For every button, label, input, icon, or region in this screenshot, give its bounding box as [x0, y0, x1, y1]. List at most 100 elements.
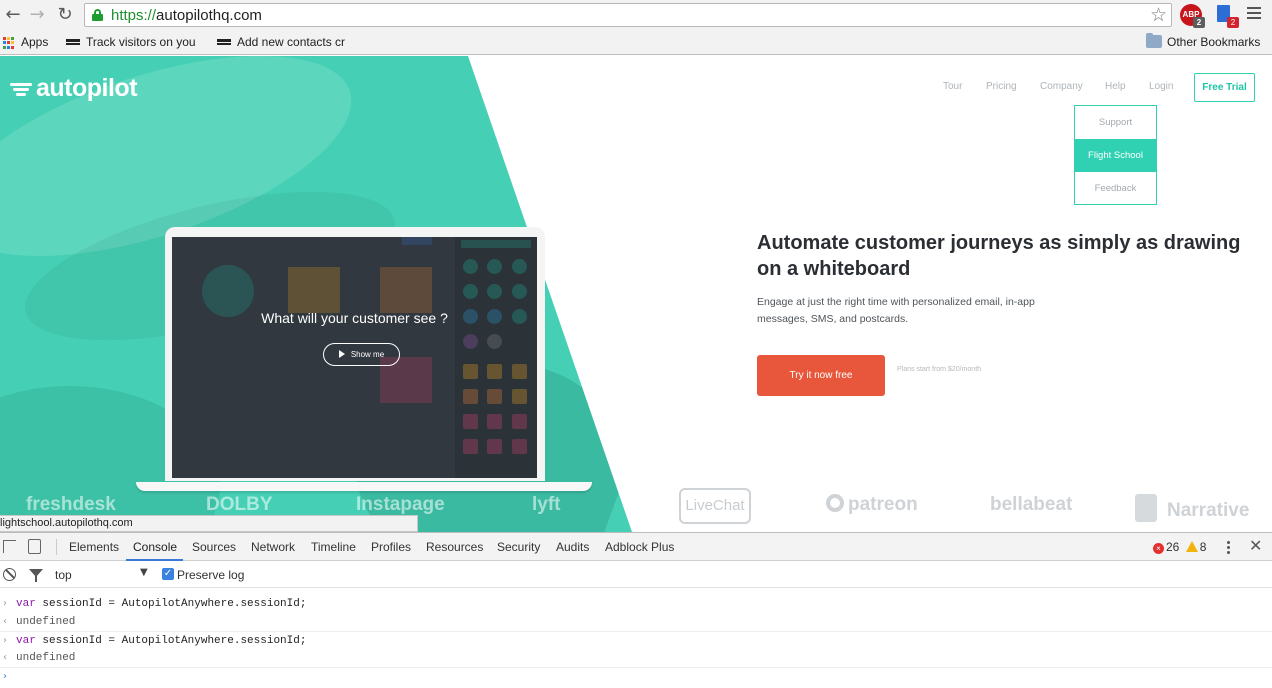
tab-audits[interactable]: Audits	[556, 540, 589, 554]
company-dropdown: Support Flight School Feedback	[1074, 105, 1157, 205]
video-question: What will your customer see ?	[261, 310, 448, 326]
forward-icon[interactable]: →	[26, 4, 48, 26]
brand-freshdesk: freshdesk	[26, 494, 116, 515]
console-result: undefined	[16, 616, 76, 628]
bookmark-track-visitors[interactable]: Track visitors on you	[66, 35, 201, 49]
tab-elements[interactable]: Elements	[69, 540, 119, 554]
try-free-button[interactable]: Try it now free	[757, 355, 885, 396]
narrative-logo-icon	[1135, 494, 1157, 522]
warning-count: 8	[1199, 540, 1207, 554]
url-protocol: https://	[111, 7, 157, 24]
hero-headline: Automate customer journeys as simply as …	[757, 232, 1241, 280]
nav-company[interactable]: Company	[1040, 81, 1083, 92]
dropdown-feedback[interactable]: Feedback	[1075, 172, 1156, 205]
brand-instapage: Instapage	[356, 494, 445, 515]
bookmarks-bar: Apps Track visitors on you Add new conta…	[0, 30, 1272, 55]
brand-lyft: lyft	[532, 494, 561, 515]
laptop-mockup: What will your customer see ? Show me	[165, 227, 545, 481]
tab-network[interactable]: Network	[251, 540, 295, 554]
tab-security[interactable]: Security	[497, 540, 540, 554]
bookmark-icon	[66, 39, 80, 45]
tab-profiles[interactable]: Profiles	[371, 540, 411, 554]
output-chevron-icon: ‹	[3, 616, 7, 627]
reload-icon[interactable]: ↻	[54, 4, 76, 26]
console-prompt[interactable]: ›	[0, 667, 1272, 685]
output-chevron-icon: ‹	[3, 652, 7, 663]
nav-login[interactable]: Login	[1149, 81, 1173, 92]
dropdown-arrow-icon[interactable]: ▼	[140, 567, 148, 578]
free-trial-button[interactable]: Free Trial	[1194, 73, 1255, 102]
bookmark-icon	[217, 39, 231, 45]
lock-icon	[92, 9, 103, 21]
device-mode-icon[interactable]	[28, 539, 41, 554]
console-keyword: var	[16, 635, 36, 647]
clear-console-icon[interactable]	[3, 568, 16, 581]
prompt-chevron-icon: ›	[3, 671, 7, 682]
console-keyword: var	[16, 598, 36, 610]
video-player[interactable]: What will your customer see ? Show me	[172, 237, 537, 478]
patreon-logo-icon	[826, 494, 844, 512]
show-me-button[interactable]: Show me	[323, 343, 400, 366]
brand-dolby: DOLBY	[206, 494, 273, 515]
tab-adblock-plus[interactable]: Adblock Plus	[605, 540, 674, 554]
brand-narrative: Narrative	[1135, 494, 1249, 522]
preserve-log-checkbox[interactable]: ✓	[162, 568, 174, 580]
tab-resources[interactable]: Resources	[426, 540, 483, 554]
adblock-extension-icon[interactable]: ABP 2	[1180, 4, 1205, 28]
address-bar[interactable]: https://autopilothq.com ☆	[84, 3, 1172, 27]
abp-badge: 2	[1193, 17, 1205, 28]
bookmark-add-contacts[interactable]: Add new contacts cr	[217, 35, 352, 49]
context-selector[interactable]: top	[55, 568, 72, 582]
autopilot-logo-icon[interactable]	[10, 83, 32, 96]
brand-livechat: LiveChat	[679, 488, 751, 524]
bookmark-label: Add new contacts cr	[237, 35, 346, 49]
bookmark-star-icon[interactable]: ☆	[1150, 4, 1167, 26]
brand-bellabeat: bellabeat	[990, 494, 1073, 515]
devtools-panel: Elements Console Sources Network Timelin…	[0, 532, 1272, 688]
input-chevron-icon: ›	[3, 635, 7, 646]
error-count: 26	[1166, 540, 1180, 554]
site-logo[interactable]: autopilot	[36, 74, 138, 103]
dropdown-flight-school[interactable]: Flight School	[1075, 139, 1156, 172]
nav-help[interactable]: Help	[1105, 81, 1126, 92]
preserve-log-label[interactable]: Preserve log	[177, 568, 244, 582]
url-host: autopilothq.com	[156, 7, 262, 24]
url-text[interactable]: https://autopilothq.com	[111, 7, 262, 24]
nav-pricing[interactable]: Pricing	[986, 81, 1017, 92]
patreon-label: patreon	[848, 494, 918, 515]
tab-sources[interactable]: Sources	[192, 540, 236, 554]
bookmark-apps[interactable]: Apps	[21, 35, 48, 49]
console-code: sessionId = AutopilotAnywhere.sessionId;	[35, 598, 307, 610]
tab-console[interactable]: Console	[133, 540, 177, 554]
back-icon[interactable]: ←	[2, 4, 24, 26]
tab-timeline[interactable]: Timeline	[311, 540, 356, 554]
console-input-line: › var sessionId = AutopilotAnywhere.sess…	[0, 631, 1272, 649]
play-icon	[338, 350, 345, 358]
document-extension-icon[interactable]: 2	[1214, 4, 1239, 28]
console-output-line: ‹ undefined	[0, 613, 1272, 631]
inspect-element-icon[interactable]	[3, 540, 16, 553]
folder-icon	[1146, 33, 1162, 48]
dropdown-support[interactable]: Support	[1075, 106, 1156, 139]
browser-menu-icon[interactable]	[1247, 7, 1261, 21]
console-output-line: ‹ undefined	[0, 649, 1272, 667]
issue-counters[interactable]: × 26 8	[1153, 540, 1206, 554]
console-result: undefined	[16, 652, 76, 664]
narrative-label: Narrative	[1167, 500, 1250, 521]
show-me-label: Show me	[350, 350, 385, 359]
apps-grid-icon[interactable]	[3, 37, 15, 49]
browser-toolbar: ← → ↻ https://autopilothq.com ☆ ABP 2 2	[0, 0, 1272, 30]
laptop-base	[136, 482, 592, 491]
console-input-line: › var sessionId = AutopilotAnywhere.sess…	[0, 595, 1272, 613]
hero-subtext: Engage at just the right time with perso…	[757, 296, 1035, 325]
more-options-icon[interactable]	[1227, 541, 1230, 556]
nav-tour[interactable]: Tour	[943, 81, 962, 92]
error-icon: ×	[1153, 543, 1164, 554]
pricing-note: Plans start from $20/month	[897, 366, 982, 373]
console-code: sessionId = AutopilotAnywhere.sessionId;	[35, 635, 307, 647]
other-bookmarks[interactable]: Other Bookmarks	[1167, 35, 1260, 49]
console-filter-bar: top ▼ ✓ Preserve log	[0, 561, 1272, 588]
close-devtools-icon[interactable]: ✕	[1249, 536, 1262, 555]
status-bar-url: lightschool.autopilothq.com	[0, 515, 418, 532]
filter-icon[interactable]	[29, 569, 43, 582]
